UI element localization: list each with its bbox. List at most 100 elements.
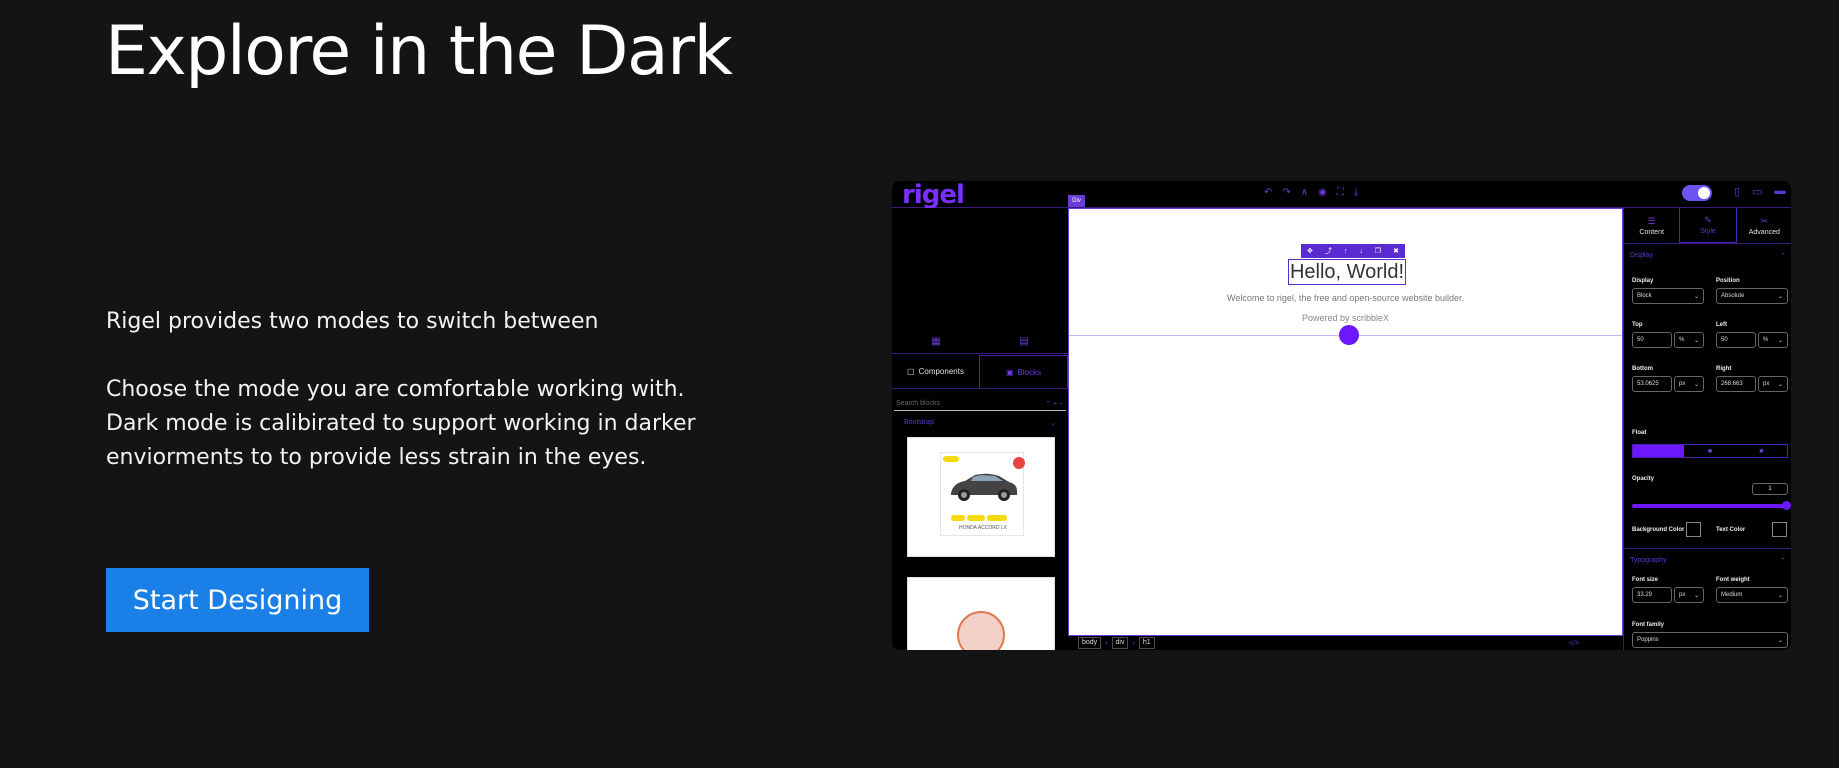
- select-parent-icon: ⤴: [1324, 248, 1332, 255]
- tab-components: ▢ Components: [907, 367, 964, 376]
- opacity-input: 1: [1752, 483, 1788, 495]
- builder-topbar: rigel ↶ ↷ ∧ ◉ ⛶ ⤓ ▯ ▭ ▬: [892, 181, 1791, 210]
- left-panel-icons: ▦ ▤: [892, 336, 1068, 354]
- car-image: [951, 473, 1017, 501]
- product-badge: [943, 456, 959, 462]
- style-panel-tabs: ☰ Content ✎ Style ✂ Advanced: [1624, 208, 1791, 244]
- redo-icon: ↷: [1282, 187, 1291, 198]
- bottom-unit-select: px ⌄: [1674, 376, 1704, 392]
- bottom-input: 53.0625: [1632, 376, 1672, 392]
- top-input: 50: [1632, 332, 1672, 348]
- fullscreen-icon: ⛶: [1336, 187, 1344, 198]
- font-family-label: Font family: [1632, 622, 1665, 628]
- resize-handle: [1339, 325, 1359, 345]
- tab-content: ☰ Content: [1639, 215, 1664, 236]
- tablet-icon: ▭: [1752, 186, 1763, 198]
- canvas-element-tag: Div: [1068, 195, 1085, 207]
- section-typography: Typography ⌃: [1630, 557, 1786, 565]
- bg-color-label: Background Color: [1632, 527, 1685, 533]
- desktop-icon: ▬: [1774, 185, 1786, 197]
- editor-canvas: ✥ ⤴ ↑ ↓ ❐ ✖ Hello, World! Welcome to rig…: [1068, 208, 1623, 636]
- chevron-down-icon: ⌄: [1777, 592, 1783, 599]
- float-left-option: ■: [1707, 447, 1713, 455]
- text-color-swatch: [1772, 522, 1787, 537]
- intro-line-1: Rigel provides two modes to switch betwe…: [106, 309, 599, 334]
- arrow-up-icon: ↑: [1343, 247, 1348, 255]
- left-input: 50: [1716, 332, 1756, 348]
- chevron-down-icon: ⌄: [1693, 381, 1699, 388]
- rigel-logo: rigel: [902, 181, 965, 210]
- style-panel: ☰ Content ✎ Style ✂ Advanced Display ⌃ Displ…: [1623, 208, 1791, 650]
- font-weight-label: Font weight: [1716, 577, 1750, 583]
- top-label: Top: [1632, 322, 1643, 328]
- block-card-product: HONDA ACCORD LX: [907, 437, 1055, 557]
- top-unit-select: % ⌄: [1674, 332, 1704, 348]
- float-none-option: [1633, 445, 1685, 457]
- pages-icon: ▤: [1019, 336, 1029, 347]
- breadcrumb-body: body: [1078, 637, 1102, 649]
- breadcrumb-separator: ›: [1132, 639, 1135, 647]
- chevron-down-icon: ⌄: [1777, 637, 1783, 644]
- layers-icon: ▦: [931, 336, 941, 347]
- brush-icon: ✎: [1704, 215, 1712, 225]
- font-family-select: Poppins ⌄: [1632, 632, 1788, 648]
- undo-icon: ↶: [1264, 187, 1273, 198]
- copy-icon: ❐: [1374, 248, 1382, 255]
- hero-title: Explore in the Dark: [105, 12, 733, 91]
- canvas-powered: Powered by scribbleX: [1301, 313, 1390, 323]
- editor-toolbar: ↶ ↷ ∧ ◉ ⛶ ⤓: [1264, 187, 1358, 199]
- opacity-slider: [1632, 501, 1791, 510]
- block-group-header: Bootstrap ⌄: [904, 419, 1056, 427]
- tab-style: ✎ Style: [1679, 208, 1737, 243]
- arrow-down-icon: ↓: [1359, 247, 1363, 255]
- text-color-label: Text Color: [1716, 527, 1746, 533]
- chevron-up-icon: ⌃: [1780, 558, 1786, 565]
- tab-blocks: ▣ Blocks: [979, 355, 1068, 388]
- right-unit-select: px ⌄: [1758, 376, 1788, 392]
- start-designing-button[interactable]: Start Designing: [106, 568, 369, 632]
- left-panel-tabs: ▢ Components ▣ Blocks: [892, 355, 1068, 389]
- font-size-label: Font size: [1632, 577, 1659, 583]
- delete-icon: ✖: [1393, 248, 1399, 255]
- builder-screenshot: rigel ↶ ↷ ∧ ◉ ⛶ ⤓ ▯ ▭ ▬ ▦ ▤ ▢ Components …: [892, 181, 1791, 650]
- blocks-search: Search blocks ⌃ + −: [894, 397, 1066, 411]
- display-select: Block ⌄: [1632, 288, 1704, 304]
- opacity-label: Opacity: [1632, 476, 1655, 482]
- position-select: Absolute ⌄: [1716, 288, 1788, 304]
- left-panel: ▦ ▤ ▢ Components ▣ Blocks Search blocks ⌃ …: [892, 208, 1068, 650]
- display-label: Display: [1632, 278, 1654, 284]
- chevron-down-icon: ⌄: [1777, 381, 1783, 388]
- block-card-profile: [907, 577, 1055, 650]
- chevron-down-icon: ⌄: [1693, 592, 1699, 599]
- blocks-icon: ▣: [1005, 367, 1014, 377]
- right-label: Right: [1716, 366, 1732, 372]
- bottom-label: Bottom: [1632, 366, 1653, 372]
- section-display: Display ⌃: [1630, 252, 1786, 260]
- theme-toggle: [1682, 185, 1712, 201]
- tools-icon: ✂: [1760, 215, 1769, 226]
- chevron-down-icon: ⌄: [1777, 337, 1783, 344]
- eye-icon: ◉: [1318, 187, 1327, 198]
- font-size-unit-select: px ⌄: [1674, 587, 1704, 603]
- canvas-heading: Hello, World!: [1288, 259, 1406, 285]
- chevron-down-icon: ⌄: [1050, 420, 1056, 427]
- intro-text: Rigel provides two modes to switch betwe…: [106, 305, 706, 475]
- position-label: Position: [1716, 278, 1740, 284]
- search-controls: ⌃ + −: [1045, 400, 1063, 408]
- float-label: Float: [1632, 430, 1647, 436]
- product-card-preview: HONDA ACCORD LX: [940, 452, 1025, 536]
- intro-line-2: Choose the mode you are comfortable work…: [106, 377, 685, 402]
- float-right-option: ■: [1759, 447, 1764, 455]
- tab-advanced: ✂ Advanced: [1748, 215, 1780, 236]
- car-name: HONDA ACCORD LX: [958, 525, 1008, 531]
- font-size-input: 33.29: [1632, 587, 1672, 603]
- download-icon: ⤓: [1353, 187, 1359, 198]
- breadcrumb-h1: h1: [1138, 637, 1155, 649]
- right-input: 268.663: [1716, 376, 1756, 392]
- chevron-down-icon: ⌄: [1693, 337, 1699, 344]
- canvas-welcome: Welcome to rigel, the free and open-sour…: [1227, 293, 1464, 303]
- left-unit-select: % ⌄: [1758, 332, 1788, 348]
- chevron-down-icon: ⌄: [1693, 293, 1699, 300]
- panel-divider: [1624, 548, 1791, 549]
- product-tag: [987, 515, 1007, 521]
